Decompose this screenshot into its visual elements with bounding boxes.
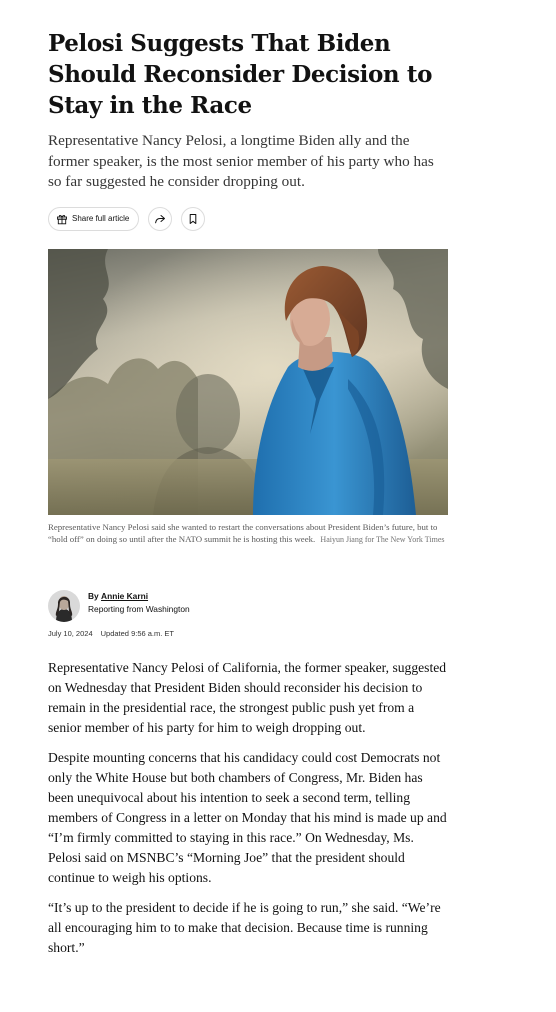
dateline: July 10, 2024 Updated 9:56 a.m. ET	[48, 629, 174, 638]
pelosi-photo	[48, 249, 448, 515]
byline-by: By	[88, 591, 99, 601]
bookmark-icon	[190, 213, 197, 224]
byline: By Annie Karni Reporting from Washington	[48, 590, 190, 622]
author-photo	[48, 590, 80, 622]
body-paragraph: Representative Nancy Pelosi of Californi…	[48, 660, 447, 735]
share-arrow-icon	[155, 214, 166, 223]
share-button[interactable]	[148, 206, 173, 231]
article-actions: Share full article	[48, 206, 448, 231]
body-paragraph: Despite mounting concerns that his candi…	[48, 750, 447, 885]
publish-date: July 10, 2024	[48, 629, 93, 638]
author-avatar[interactable]	[48, 590, 80, 622]
share-full-article-button[interactable]: Share full article	[48, 206, 140, 231]
byline-text: By Annie Karni Reporting from Washington	[88, 590, 190, 616]
share-label: Share full article	[72, 214, 130, 223]
headline: Pelosi Suggests That Biden Should Recons…	[48, 30, 433, 119]
bookmark-button[interactable]	[181, 206, 206, 231]
article-header: Pelosi Suggests That Biden Should Recons…	[48, 28, 448, 231]
author-link[interactable]: Annie Karni	[101, 591, 148, 601]
article-summary: Representative Nancy Pelosi, a longtime …	[48, 132, 434, 190]
gift-icon	[57, 214, 67, 224]
article-body: Representative Nancy Pelosi of Californi…	[48, 658, 448, 968]
photo-caption: Representative Nancy Pelosi said she wan…	[48, 521, 448, 546]
photo-credit: Haiyun Jiang for The New York Times	[320, 535, 445, 544]
body-paragraph: “It’s up to the president to decide if h…	[48, 900, 441, 955]
updated-time: Updated 9:56 a.m. ET	[100, 629, 174, 638]
reporting-location: Reporting from Washington	[88, 604, 190, 614]
lead-photo	[48, 249, 448, 515]
